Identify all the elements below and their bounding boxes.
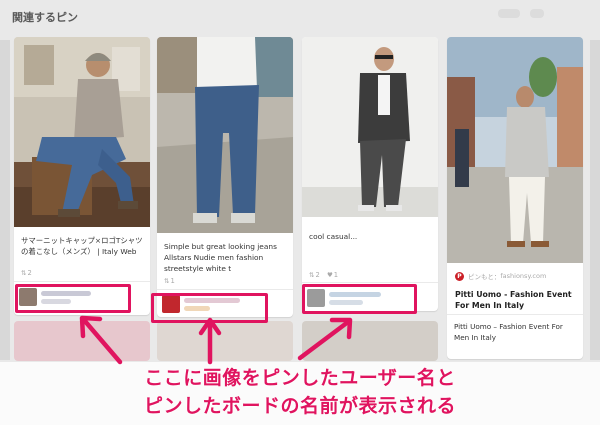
pin-caption: cool casual... [309, 232, 358, 241]
related-pins-page: 関連するピン サマーニットキャップ×ロゴTシャツの着こなし（メンズ） | Ita… [0, 0, 600, 425]
repin-icon: ⇅ [309, 271, 315, 279]
pin-caption: サマーニットキャップ×ロゴTシャツの着こなし（メンズ） | Italy Web [21, 236, 143, 256]
like-count: 1 [333, 271, 339, 279]
divider [447, 314, 583, 315]
pin-card[interactable]: サマーニットキャップ×ロゴTシャツの着こなし（メンズ） | Italy Web … [14, 37, 150, 315]
pin-headline[interactable]: Pitti Uomo - Fashion Event For Men In It… [455, 289, 577, 311]
pin-stats: ⇅2 ♥1 [309, 271, 338, 279]
highlight-box [15, 284, 131, 313]
like-icon: ♥ [326, 271, 333, 279]
pin-card[interactable]: Simple but great looking jeans Allstars … [157, 37, 293, 317]
highlight-box [302, 284, 417, 314]
pin-image[interactable] [302, 37, 438, 217]
source-domain[interactable]: fashionsy.com [500, 272, 546, 280]
repin-count: 2 [315, 271, 320, 279]
highlight-box [151, 293, 268, 323]
repin-icon: ⇅ [21, 269, 27, 277]
blurred-header-button[interactable] [530, 9, 544, 18]
header-bar: 関連するピン [0, 0, 600, 28]
pin-image[interactable] [447, 37, 583, 263]
repin-count: 1 [170, 277, 175, 285]
pin-source[interactable]: P ピンもと： fashionsy.com [455, 271, 546, 281]
section-title: 関連するピン [12, 11, 78, 24]
pin-caption: Simple but great looking jeans Allstars … [164, 242, 277, 273]
divider [14, 281, 150, 282]
pin-card[interactable]: cool casual... ⇅2 ♥1 [302, 37, 438, 311]
pin-image[interactable] [157, 37, 293, 233]
repin-count: 2 [27, 269, 32, 277]
divider [157, 289, 293, 290]
callout-line-2: ピンしたボードの名前が表示される [143, 395, 456, 417]
blurred-header-button[interactable] [498, 9, 520, 18]
right-edge-blur [590, 40, 600, 360]
repin-icon: ⇅ [164, 277, 170, 285]
pinterest-logo-icon: P [455, 271, 464, 281]
pin-card[interactable]: P ピンもと： fashionsy.com Pitti Uomo - Fashi… [447, 37, 583, 359]
next-row-pin-preview[interactable] [157, 321, 293, 361]
source-label: ピンもと： [468, 273, 501, 281]
pin-stats: ⇅1 [164, 277, 175, 285]
left-edge-blur [0, 40, 10, 360]
divider [302, 282, 438, 283]
pin-stats: ⇅2 [21, 269, 32, 277]
pin-image[interactable] [14, 37, 150, 227]
pin-description: Pitti Uomo – Fashion Event For Men In It… [454, 322, 563, 342]
callout-line-1: ここに画像をピンしたユーザー名と [144, 367, 456, 389]
next-row-pin-preview[interactable] [14, 321, 150, 361]
next-row-pin-preview[interactable] [302, 321, 438, 361]
